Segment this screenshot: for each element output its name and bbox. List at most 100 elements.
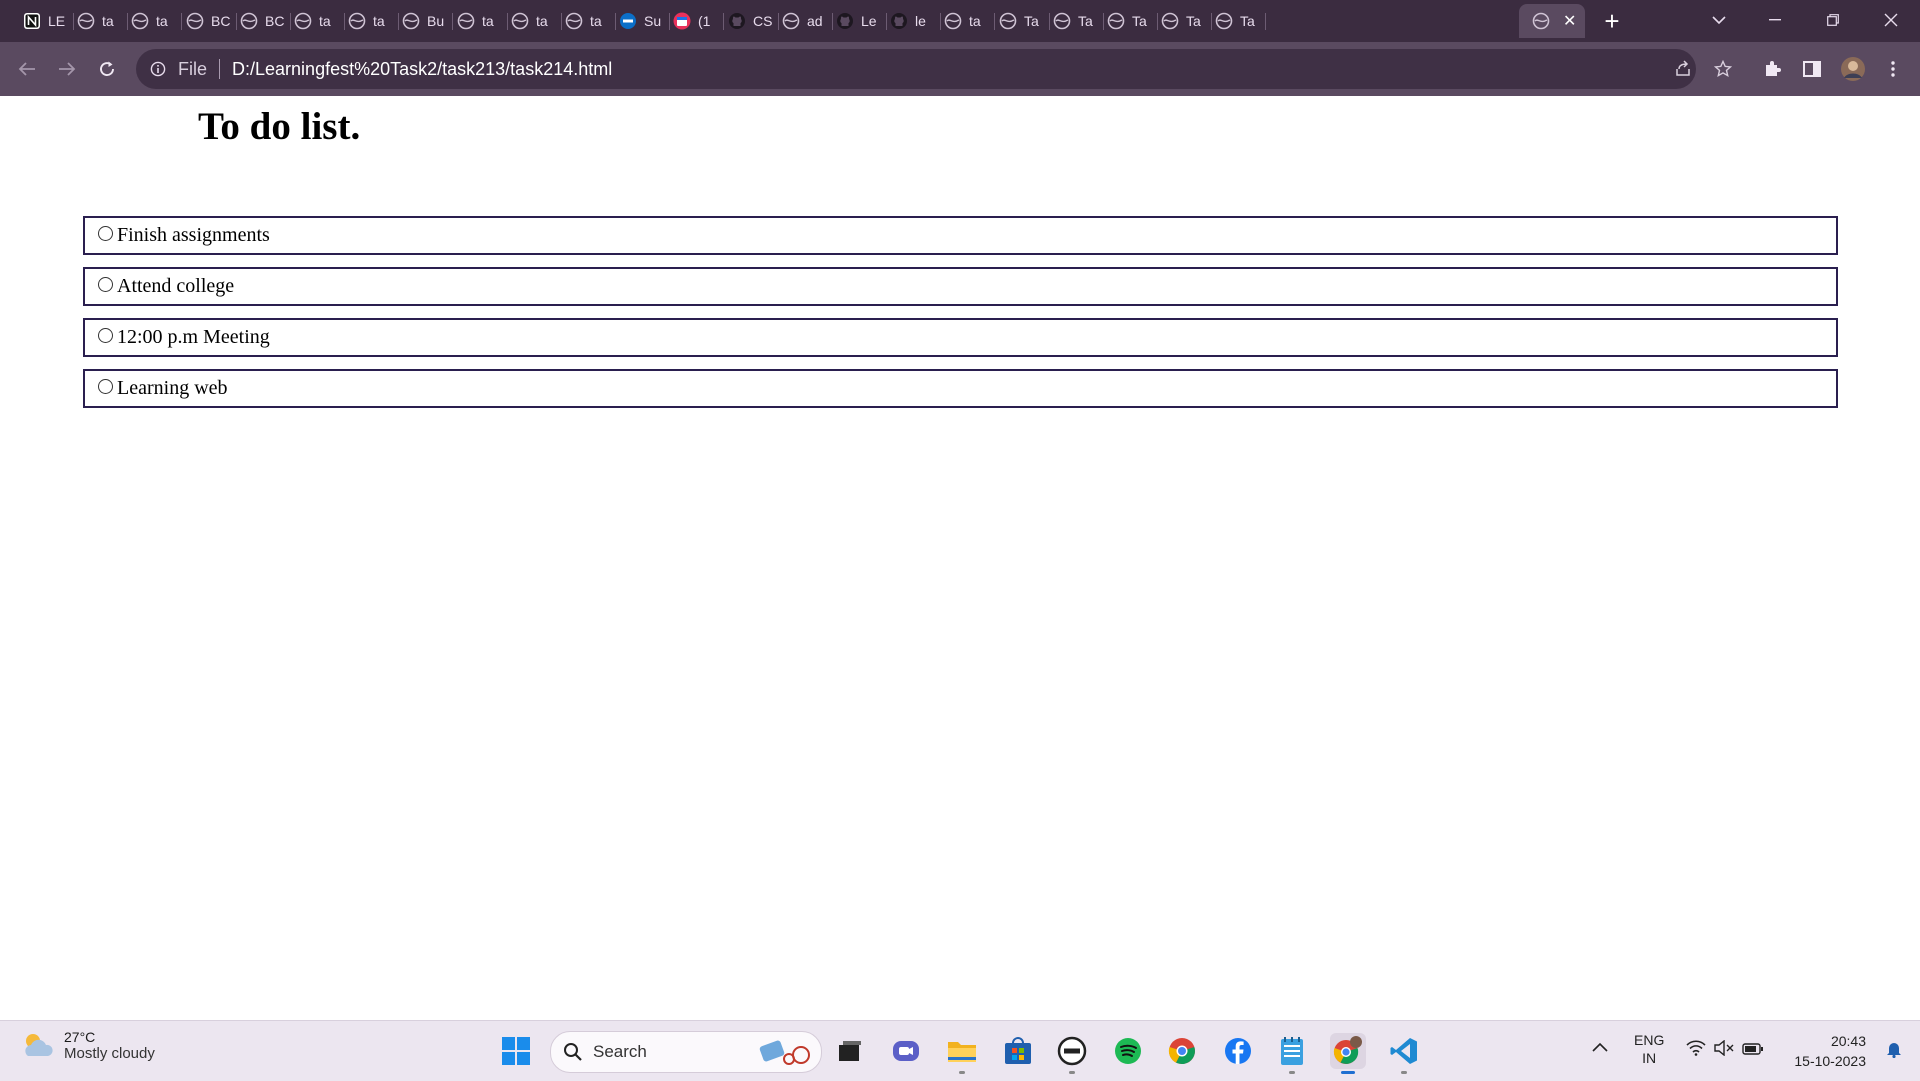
language-region: IN (1642, 1050, 1657, 1066)
running-indicator (959, 1071, 965, 1074)
share-icon[interactable] (1668, 54, 1698, 84)
todo-item[interactable]: Attend college (83, 267, 1838, 306)
forward-button[interactable] (52, 54, 82, 84)
globe-icon (1214, 11, 1234, 31)
globe-icon (943, 11, 963, 31)
github-icon (835, 11, 855, 31)
github-icon (727, 11, 747, 31)
search-icon (564, 1043, 582, 1061)
address-divider (219, 59, 221, 79)
minimize-button[interactable] (1752, 0, 1798, 40)
vscode-icon (1390, 1038, 1417, 1064)
todo-radio-button[interactable] (98, 328, 113, 343)
close-window-button[interactable] (1868, 0, 1914, 40)
browser-tab[interactable]: Ta (1202, 4, 1266, 38)
scheme-label: File (178, 58, 208, 79)
weather-temperature: 27°C (64, 1029, 96, 1045)
tab-search-button[interactable] (1696, 0, 1742, 40)
task-view-icon (839, 1041, 861, 1061)
extensions-puzzle-icon[interactable] (1757, 54, 1787, 84)
globe-icon (564, 11, 584, 31)
quick-settings-button[interactable] (1686, 1039, 1764, 1059)
windows-logo-icon (502, 1037, 530, 1065)
url-text[interactable]: D:/Learningfest%20Task2/task213/task214.… (232, 59, 612, 80)
globe-icon (239, 11, 259, 31)
todo-label: Learning web (117, 377, 228, 399)
globe-icon (401, 11, 421, 31)
profile-avatar[interactable] (1838, 54, 1868, 84)
todo-label: Attend college (117, 275, 235, 297)
browser-toolbar: File D:/Learningfest%20Task2/task213/tas… (0, 42, 1920, 96)
show-hidden-icons-button[interactable] (1592, 1039, 1608, 1055)
weather-widget[interactable]: 27°C Mostly cloudy (20, 1029, 155, 1062)
taskbar-search-box[interactable]: Search (550, 1031, 822, 1073)
folder-icon (948, 1042, 976, 1062)
back-arrow-icon (18, 62, 35, 76)
globe-icon (1160, 11, 1180, 31)
bookmark-star-icon[interactable] (1708, 54, 1738, 84)
reload-icon (100, 61, 114, 76)
new-tab-button[interactable]: + (1597, 6, 1627, 36)
active-browser-tab[interactable]: ✕ (1519, 4, 1585, 38)
running-indicator (1401, 1071, 1407, 1074)
chrome-app[interactable] (1164, 1033, 1200, 1069)
globe-icon (185, 11, 205, 31)
search-placeholder: Search (593, 1042, 647, 1061)
chevron-up-icon (1592, 1042, 1608, 1052)
address-bar[interactable]: File D:/Learningfest%20Task2/task213/tas… (136, 49, 1696, 89)
chat-camera-icon (893, 1041, 919, 1061)
notepad-app[interactable] (1274, 1033, 1310, 1074)
dell-logo-icon (1057, 1036, 1087, 1066)
tab-title: Ta (1240, 13, 1255, 29)
search-highlight-icon (759, 1040, 810, 1065)
dell-icon (618, 11, 638, 31)
side-panel-icon[interactable] (1797, 54, 1827, 84)
page-title: To do list. (198, 105, 361, 148)
microsoft-store-app[interactable] (1000, 1033, 1036, 1069)
teams-chat-app[interactable] (888, 1033, 924, 1069)
todo-radio-button[interactable] (98, 277, 113, 292)
restore-button[interactable] (1810, 0, 1856, 40)
system-clock[interactable]: 20:43 15-10-2023 (1794, 1031, 1866, 1071)
chrome-icon (1168, 1038, 1195, 1065)
chrome-profile-app-active[interactable] (1330, 1033, 1366, 1074)
todo-radio-button[interactable] (98, 379, 113, 394)
globe-icon (456, 11, 476, 31)
vscode-app[interactable] (1386, 1033, 1422, 1074)
clock-date: 15-10-2023 (1794, 1053, 1866, 1069)
facebook-app[interactable] (1220, 1033, 1256, 1069)
globe-icon (76, 11, 96, 31)
bell-icon (1887, 1043, 1901, 1059)
store-bag-icon (1005, 1037, 1031, 1064)
todo-radio-button[interactable] (98, 226, 113, 241)
input-language-indicator[interactable]: ENG IN (1634, 1031, 1664, 1067)
notifications-button[interactable] (1886, 1040, 1902, 1061)
browser-tab-strip: LE ta ta BC BC ta ta Bu ta ta ta Su (1 CS ad Le le ta Ta Ta… (0, 0, 1920, 42)
back-button[interactable] (12, 54, 42, 84)
reload-button[interactable] (92, 54, 122, 84)
notepad-icon (1281, 1037, 1303, 1065)
task-view-button[interactable] (832, 1033, 868, 1069)
globe-icon (347, 11, 367, 31)
partly-cloudy-icon (25, 1033, 53, 1056)
todo-item[interactable]: Learning web (83, 369, 1838, 408)
forward-arrow-icon (59, 62, 76, 76)
file-explorer-app[interactable] (944, 1033, 980, 1074)
calendar-icon (672, 11, 692, 31)
notion-icon (22, 11, 42, 31)
todo-item[interactable]: Finish assignments (83, 216, 1838, 255)
browser-menu-icon[interactable] (1878, 54, 1908, 84)
start-button[interactable] (498, 1033, 534, 1069)
running-indicator (1289, 1071, 1295, 1074)
github-icon (889, 11, 909, 31)
todo-label: 12:00 p.m Meeting (117, 326, 270, 348)
spotify-app[interactable] (1110, 1033, 1146, 1069)
windows-taskbar: 27°C Mostly cloudy Search ENG IN 20:43 1… (0, 1020, 1920, 1081)
todo-item[interactable]: 12:00 p.m Meeting (83, 318, 1838, 357)
spotify-icon (1115, 1038, 1141, 1064)
info-icon[interactable] (148, 59, 168, 79)
tab-separator (1265, 13, 1266, 30)
close-tab-icon[interactable]: ✕ (1563, 11, 1576, 31)
globe-icon (781, 11, 801, 31)
dell-app[interactable] (1054, 1033, 1090, 1074)
